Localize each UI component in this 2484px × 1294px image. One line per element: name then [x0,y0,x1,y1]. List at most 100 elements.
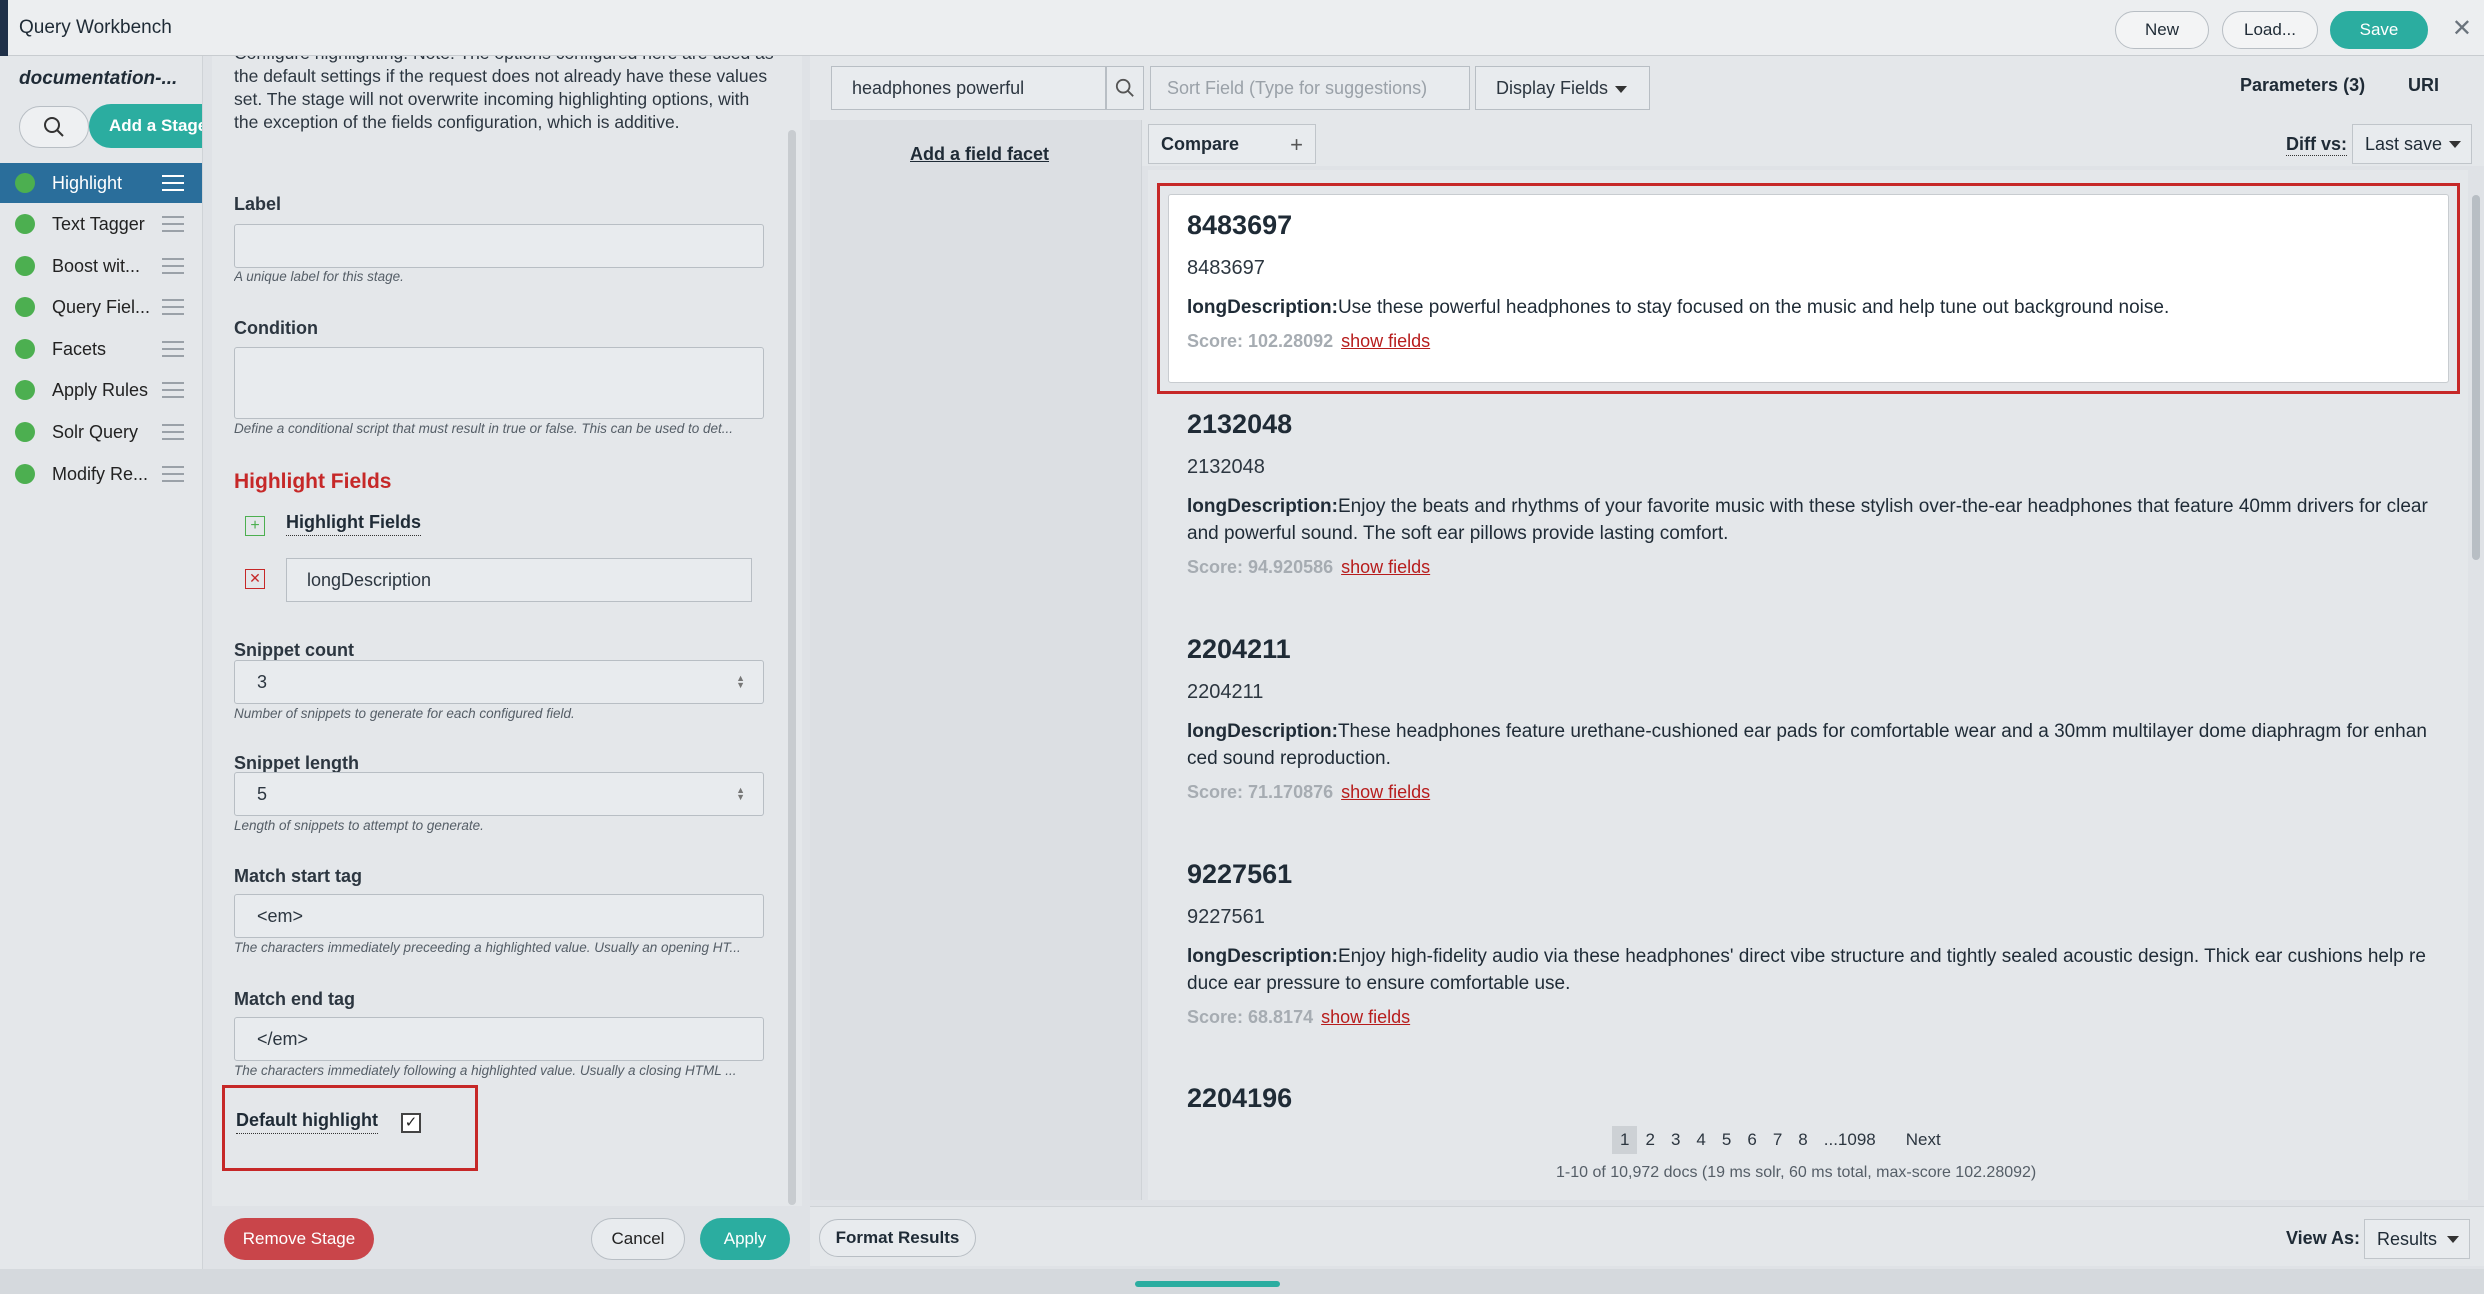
label-input[interactable] [234,224,764,268]
display-fields-dropdown[interactable]: Display Fields [1475,66,1650,110]
stage-boost[interactable]: Boost wit... [0,246,202,286]
sort-field-input[interactable]: Sort Field (Type for suggestions) [1150,66,1470,110]
stage-modify-response[interactable]: Modify Re... [0,454,202,494]
diff-vs-label: Diff vs: [2286,134,2348,156]
stage-description: Configure highlighting. Note: The option… [234,56,774,132]
snippet-count-input[interactable]: 3 ▲ ▼ [234,660,764,704]
stage-query-fields[interactable]: Query Fiel... [0,287,202,327]
remove-field-icon[interactable]: ✕ [245,569,265,589]
show-fields-link[interactable]: show fields [1341,782,1430,802]
result-id[interactable]: 2132048 [1187,409,2457,440]
match-start-help: The characters immediately preceeding a … [234,940,741,955]
page-link[interactable]: ...1098 [1816,1126,1884,1154]
result-score-row: Score: 68.8174 show fields [1187,1007,2457,1028]
drag-handle-icon[interactable] [162,175,184,191]
search-stages-button[interactable] [19,106,89,148]
match-start-label: Match start tag [234,866,363,886]
page-link[interactable]: 1 [1612,1126,1638,1154]
apply-button[interactable]: Apply [700,1218,790,1260]
snippet-length-label: Snippet length [234,753,359,773]
drag-handle-icon[interactable] [162,299,184,315]
result-item: 2204211 2204211 longDescription:These he… [1187,634,2457,803]
display-fields-label: Display Fields [1496,77,1609,98]
drag-handle-icon[interactable] [162,466,184,482]
result-item: 9227561 9227561 longDescription:Enjoy hi… [1187,859,2457,1028]
field-name: longDescription: [1187,496,1338,517]
results-footer [810,1206,2484,1266]
page-link[interactable]: 7 [1765,1126,1790,1154]
chevron-down-icon [1615,86,1627,93]
stage-highlight[interactable]: Highlight [0,163,202,203]
page-link[interactable]: 6 [1739,1126,1764,1154]
stage-label: Modify Re... [52,463,149,484]
remove-stage-button[interactable]: Remove Stage [224,1218,374,1260]
show-fields-link[interactable]: show fields [1341,557,1430,577]
view-as-value: Results [2377,1228,2438,1249]
results-scrollbar[interactable] [2472,195,2480,560]
save-button[interactable]: Save [2330,11,2428,49]
add-field-icon[interactable]: + [245,516,265,536]
stage-label: Boost wit... [52,255,141,276]
cancel-button[interactable]: Cancel [591,1218,685,1260]
result-score: Score: 102.28092 [1187,331,1334,351]
default-highlight-label: Default highlight [236,1110,378,1134]
result-id[interactable]: 8483697 [1187,210,2457,241]
close-icon[interactable]: ✕ [2452,14,2472,43]
page-link[interactable]: 2 [1637,1126,1662,1154]
stage-apply-rules[interactable]: Apply Rules [0,370,202,410]
add-stage-button[interactable]: Add a Stage [89,104,202,148]
stage-label: Highlight [52,172,123,193]
drag-handle-icon[interactable] [162,424,184,440]
stage-text-tagger[interactable]: Text Tagger [0,204,202,244]
format-results-button[interactable]: Format Results [819,1219,976,1257]
config-scrollbar[interactable] [788,130,796,1205]
uri-link[interactable]: URI [2408,75,2439,96]
field-value: Enjoy high-fidelity audio via these head… [1187,946,2426,994]
resize-handle[interactable] [1135,1281,1280,1287]
diff-vs-select[interactable]: Last save [2352,124,2472,164]
new-button[interactable]: New [2115,11,2209,49]
result-score: Score: 68.8174 [1187,1007,1314,1027]
next-page-link[interactable]: Next [1898,1126,1949,1154]
match-start-input[interactable]: <em> [234,894,764,938]
add-field-facet-link[interactable]: Add a field facet [910,144,1049,165]
query-input[interactable]: headphones powerful [831,66,1106,110]
stage-solr-query[interactable]: Solr Query [0,412,202,452]
match-end-input[interactable]: </em> [234,1017,764,1061]
compare-tab[interactable]: Compare + [1148,124,1316,164]
query-search-button[interactable] [1106,66,1144,110]
page-link[interactable]: 3 [1663,1126,1688,1154]
condition-textarea[interactable] [234,347,764,419]
stage-facets[interactable]: Facets [0,329,202,369]
drag-handle-icon[interactable] [162,258,184,274]
status-dot-icon [15,339,35,359]
stage-label: Solr Query [52,421,139,442]
page-link[interactable]: 4 [1688,1126,1713,1154]
page-link[interactable]: 5 [1714,1126,1739,1154]
show-fields-link[interactable]: show fields [1341,331,1430,351]
default-highlight-checkbox[interactable]: ✓ [401,1113,421,1133]
snippet-count-label: Snippet count [234,640,354,660]
status-dot-icon [15,173,35,193]
drag-handle-icon[interactable] [162,341,184,357]
highlight-field-input[interactable]: longDescription [286,558,752,602]
page-link[interactable]: 8 [1790,1126,1815,1154]
drag-handle-icon[interactable] [162,382,184,398]
results-info: 1-10 of 10,972 docs (19 ms solr, 60 ms t… [1556,1164,2037,1181]
compare-label: Compare [1161,133,1240,154]
show-fields-link[interactable]: show fields [1321,1007,1410,1027]
parameters-link[interactable]: Parameters (3) [2240,75,2365,96]
snippet-length-input[interactable]: 5 ▲ ▼ [234,772,764,816]
stepper-icon[interactable]: ▲ ▼ [736,674,745,690]
load-button[interactable]: Load... [2222,11,2318,49]
plus-icon[interactable]: + [1290,132,1303,158]
result-id[interactable]: 9227561 [1187,859,2457,890]
result-id[interactable]: 2204196 [1187,1083,2457,1114]
result-id[interactable]: 2204211 [1187,634,2457,665]
drag-handle-icon[interactable] [162,216,184,232]
view-as-select[interactable]: Results [2364,1219,2470,1259]
stepper-icon[interactable]: ▲ ▼ [736,786,745,802]
result-description: longDescription:These headphones feature… [1187,718,2432,772]
project-name[interactable]: documentation-... [19,68,177,90]
match-end-label: Match end tag [234,989,356,1009]
